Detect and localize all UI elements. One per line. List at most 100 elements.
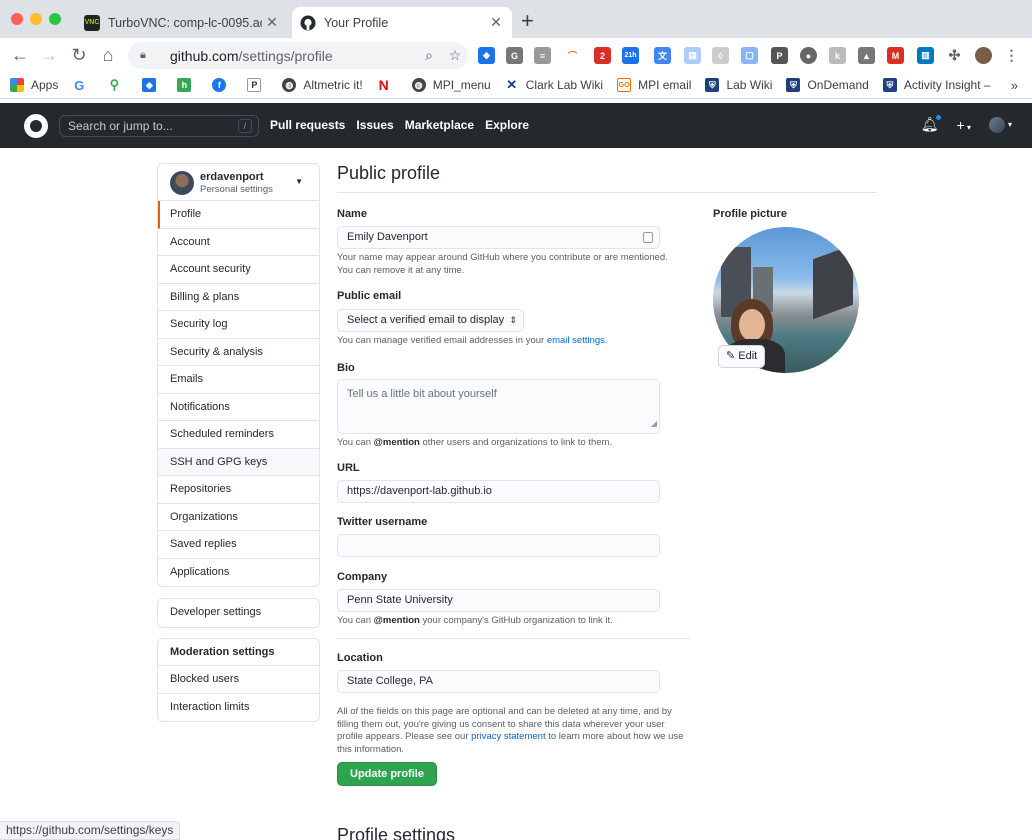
sidebar-item-notifications[interactable]: Notifications <box>158 394 319 421</box>
close-icon[interactable]: ✕ <box>486 14 506 31</box>
select-arrows-icon: ⇕ <box>509 315 517 325</box>
address-bar[interactable]: 🔒︎ github.com/settings/profile ⌕ ☆ <box>128 42 468 69</box>
sidebar-item-developer-settings[interactable]: Developer settings <box>158 599 319 627</box>
extension-shield-icon[interactable]: ◊ <box>712 47 729 64</box>
twitter-field[interactable] <box>337 534 660 557</box>
bookmark-mpi-email[interactable]: GO MPI email <box>617 78 691 92</box>
bookmark-clark-lab-wiki[interactable]: ✕ Clark Lab Wiki <box>504 77 603 92</box>
extension-circle-icon[interactable]: ● <box>800 47 817 64</box>
google-icon: G <box>72 77 87 93</box>
extension-diamond-icon[interactable]: ◆ <box>478 47 495 64</box>
bookmark-h[interactable]: h <box>177 78 198 92</box>
extension-red-icon[interactable]: M <box>887 47 904 64</box>
tab-turbovnc[interactable]: VNC TurboVNC: comp-lc-0095.aci ✕ <box>76 7 288 38</box>
extension-k-icon[interactable]: k <box>829 47 846 64</box>
sidebar-item-security-log[interactable]: Security log <box>158 311 319 339</box>
pencil-icon: ✎ <box>726 350 736 362</box>
settings-menu: erdavenport Personal settings ▼ Profile … <box>157 163 320 587</box>
back-arrow-icon[interactable]: ← <box>8 43 32 67</box>
edit-picture-button[interactable]: ✎ Edit <box>718 345 766 368</box>
sidebar-item-account[interactable]: Account <box>158 229 319 256</box>
forward-arrow-icon[interactable]: → <box>37 43 61 67</box>
url-field[interactable]: https://davenport-lab.github.io <box>337 480 660 503</box>
search-icon[interactable]: ⌕ <box>416 47 442 64</box>
bookmark-maps[interactable]: ⚲ <box>107 77 128 92</box>
privacy-statement-link[interactable]: privacy statement <box>471 731 545 742</box>
account-switcher[interactable]: erdavenport Personal settings ▼ <box>158 164 319 201</box>
bookmark-apps[interactable]: Apps <box>10 78 58 92</box>
sidebar-item-billing[interactable]: Billing & plans <box>158 284 319 311</box>
bookmark-lab-wiki[interactable]: ⛨ Lab Wiki <box>705 78 772 92</box>
maps-icon: ⚲ <box>107 77 122 92</box>
bookmark-netflix[interactable]: N <box>376 77 398 93</box>
tab-title: TurboVNC: comp-lc-0095.aci <box>108 15 262 30</box>
github-nav: Pull requests Issues Marketplace Explore <box>270 118 529 132</box>
sidebar-item-scheduled-reminders[interactable]: Scheduled reminders <box>158 421 319 449</box>
close-window-button[interactable] <box>11 13 23 25</box>
sidebar-item-security-analysis[interactable]: Security & analysis <box>158 339 319 366</box>
bookmark-google[interactable]: G <box>72 77 93 93</box>
nav-explore[interactable]: Explore <box>485 118 529 132</box>
extension-stack-icon[interactable]: ≡ <box>534 47 551 64</box>
translate-icon[interactable]: 文 <box>654 47 671 64</box>
bookmark-altmetric[interactable]: ◍ Altmetric it! <box>282 78 363 92</box>
tab-your-profile[interactable]: Your Profile ✕ <box>292 7 512 38</box>
trello-icon[interactable]: ▥ <box>917 47 934 64</box>
extension-drive-icon[interactable]: ▲ <box>858 47 875 64</box>
profile-avatar-icon[interactable] <box>975 47 992 64</box>
github-logo-icon[interactable] <box>24 114 48 138</box>
menu-dots-icon[interactable]: ⋮ <box>1003 47 1020 64</box>
sidebar-item-interaction-limits[interactable]: Interaction limits <box>158 694 319 722</box>
sidebar-item-profile[interactable]: Profile <box>158 201 319 229</box>
company-field[interactable]: Penn State University <box>337 589 660 612</box>
location-field[interactable]: State College, PA <box>337 670 660 693</box>
bookmark-mpi-menu[interactable]: ◍ MPI_menu <box>411 78 491 92</box>
bio-textarea[interactable]: Tell us a little bit about yourself ◢ <box>337 379 660 434</box>
resize-handle-icon[interactable]: ◢ <box>651 416 657 432</box>
extension-g-icon[interactable]: G <box>506 47 523 64</box>
public-email-select[interactable]: Select a verified email to display ⇕ <box>337 309 524 332</box>
extension-calendar-icon[interactable]: 21h <box>622 47 639 64</box>
sidebar-item-saved-replies[interactable]: Saved replies <box>158 531 319 559</box>
sidebar-item-emails[interactable]: Emails <box>158 366 319 394</box>
update-profile-button[interactable]: Update profile <box>337 762 437 786</box>
extension-doc-icon[interactable]: ▤ <box>684 47 701 64</box>
bell-icon[interactable]: 🔔︎ <box>921 114 942 133</box>
home-icon[interactable]: ⌂ <box>96 43 120 67</box>
more-bookmarks-button[interactable]: » <box>1011 78 1018 93</box>
bookmark-p[interactable]: P <box>247 78 268 92</box>
sidebar-item-account-security[interactable]: Account security <box>158 256 319 284</box>
email-settings-link[interactable]: email settings <box>547 335 605 346</box>
nav-pull-requests[interactable]: Pull requests <box>270 118 345 132</box>
extension-p-icon[interactable]: P <box>771 47 788 64</box>
shield-icon: ⛨ <box>705 78 720 92</box>
create-new-dropdown[interactable]: + ▾ <box>957 117 971 133</box>
name-field[interactable]: Emily Davenport <box>337 226 660 249</box>
sidebar-item-organizations[interactable]: Organizations <box>158 504 319 531</box>
bookmark-ondemand[interactable]: ⛨ OnDemand <box>786 78 869 92</box>
bookmark-facebook[interactable]: f <box>212 78 233 92</box>
new-tab-button[interactable]: + <box>521 9 534 33</box>
sidebar-item-ssh-gpg-keys[interactable]: SSH and GPG keys <box>158 448 319 476</box>
nav-marketplace[interactable]: Marketplace <box>405 118 474 132</box>
extension-badge-icon[interactable]: 2 <box>594 47 611 64</box>
sidebar-item-applications[interactable]: Applications <box>158 559 319 587</box>
moderation-heading: Moderation settings <box>158 639 319 666</box>
nav-issues[interactable]: Issues <box>356 118 393 132</box>
minimize-window-button[interactable] <box>30 13 42 25</box>
bookmark-diamond[interactable]: ◆ <box>142 78 163 92</box>
puzzle-icon[interactable]: ✣ <box>946 47 963 64</box>
moderation-settings-box: Moderation settings Blocked users Intera… <box>157 637 320 722</box>
status-bar-url: https://github.com/settings/keys <box>0 821 181 840</box>
bookmark-activity-insight[interactable]: ⛨ Activity Insight – <box>882 78 991 92</box>
maximize-window-button[interactable] <box>49 13 61 25</box>
user-menu-dropdown[interactable]: ▾ <box>988 116 1012 133</box>
extension-arc-icon[interactable]: ⌒ <box>564 47 581 64</box>
close-icon[interactable]: ✕ <box>262 14 282 31</box>
star-icon[interactable]: ☆ <box>442 47 468 64</box>
sidebar-item-blocked-users[interactable]: Blocked users <box>158 666 319 694</box>
github-search-input[interactable]: Search or jump to... / <box>59 115 259 137</box>
reload-icon[interactable]: ↻ <box>67 43 91 67</box>
sidebar-item-repositories[interactable]: Repositories <box>158 476 319 504</box>
extension-page-icon[interactable]: ▢ <box>741 47 758 64</box>
